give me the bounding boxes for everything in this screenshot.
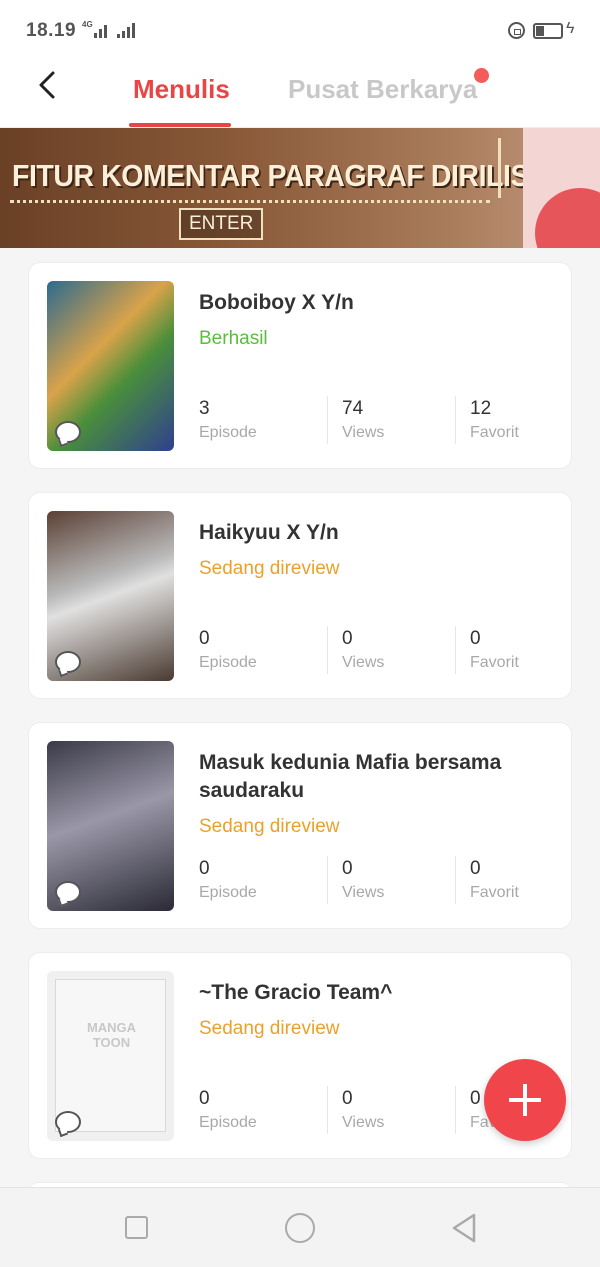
back-nav-icon[interactable] [450,1212,478,1244]
stat-episode: 0 Episode [199,1088,257,1131]
work-stats: 0Episode 0Views 0Favorit [199,626,583,674]
work-cover-image [47,281,174,451]
work-cover-placeholder: MANGA TOON [47,971,174,1141]
work-cover-image [47,511,174,681]
tab-pusat-berkarya[interactable]: Pusat Berkarya [288,74,477,105]
status-time: 18.19 [26,20,77,41]
work-title: Masuk kedunia Mafia bersama saudaraku [199,751,502,802]
banner-dotted-line [10,200,490,203]
work-status: Berhasil [199,328,268,349]
banner-decoration [523,128,600,248]
battery-icon [533,23,563,39]
work-status: Sedang direview [199,558,340,579]
rotation-lock-icon [508,22,525,39]
stat-episode: 3 Episode [199,398,257,441]
notification-dot [474,68,489,83]
system-nav-bar [0,1187,600,1267]
banner-enter-button[interactable]: ENTER [179,208,264,240]
stat-views: 0 Views [327,856,455,904]
comment-icon [55,421,81,443]
chevron-left-icon[interactable] [36,70,60,100]
stat-views: 74 Views [327,396,455,444]
work-status: Sedang direview [199,1018,340,1039]
work-card[interactable]: Haikyuu X Y/n Sedang direview 0 Episode 0… [28,492,572,699]
comment-icon [55,881,81,903]
work-card[interactable]: Boboiboy X Y/n Berhasil 3 Episode 74 Views… [28,262,572,469]
work-title: Boboiboy X Y/n [199,291,354,314]
work-title: ~The Gracio Team^ [199,981,393,1004]
comment-icon [55,1111,81,1133]
tab-menulis[interactable]: Menulis [133,74,230,105]
comment-icon [55,651,81,673]
tab-active-indicator [129,123,231,127]
mangatoon-logo: MANGA TOON [86,1020,137,1050]
stat-episode: 0 Episode [199,858,257,901]
stat-views: 0 Views [327,1086,455,1134]
stat-favorit: 0Favorit [455,626,583,674]
stat-favorit: 0Favorit [455,856,583,904]
stat-episode: 0 Episode [199,628,257,671]
work-card[interactable]: Masuk kedunia Mafia bersama saudaraku Se… [28,722,572,929]
banner-title: FITUR KOMENTAR PARAGRAF DIRILIS! [12,158,539,193]
charging-icon: ϟ [566,20,575,37]
top-header: Menulis Pusat Berkarya [0,62,600,128]
home-icon[interactable] [285,1213,315,1243]
recents-icon[interactable] [125,1216,148,1239]
network-icon: 4G [82,20,135,38]
work-stats: 0Episode 0Views 0Favorit [199,856,583,904]
stat-views: 0 Views [327,626,455,674]
promo-banner[interactable]: FITUR KOMENTAR PARAGRAF DIRILIS! ENTER [0,128,600,248]
work-stats: 3 Episode 74 Views 12 Favorit [199,396,583,444]
work-status: Sedang direview [199,816,340,837]
status-bar: 18.19 4G ϟ [0,0,600,62]
banner-divider [498,138,501,198]
work-cover-image [47,741,174,911]
work-card[interactable]: MANGA TOON ~The Gracio Team^ Sedang direv… [28,952,572,1159]
work-title: Haikyuu X Y/n [199,521,339,544]
add-work-button[interactable] [484,1059,566,1141]
stat-favorit: 12 Favorit [455,396,583,444]
